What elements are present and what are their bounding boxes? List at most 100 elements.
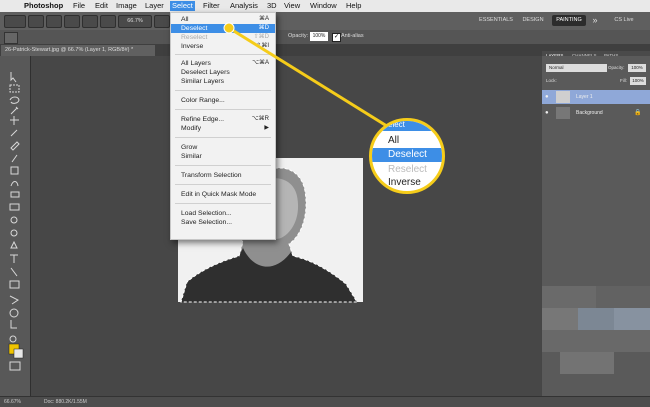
opacity-label: Opacity: [288, 33, 309, 39]
dodge-tool-icon [10, 229, 18, 237]
layer-row-layer1[interactable]: ● Layer 1 [542, 90, 650, 104]
menu-item-save-selection[interactable]: Save Selection... [171, 218, 275, 227]
clone-stamp-tool-icon [10, 166, 19, 175]
hand-tool-button[interactable] [82, 15, 98, 28]
launch-minibridge-button[interactable] [28, 15, 44, 28]
fill-field[interactable]: 100% [630, 77, 646, 85]
layer1-thumbnail [556, 91, 570, 103]
menu-item-similar[interactable]: Similar [171, 152, 275, 161]
zoom-tool-button[interactable] [64, 15, 80, 28]
quick-selection-tool-icon [10, 106, 19, 115]
zoom-level-dropdown[interactable]: 66.7% [118, 15, 152, 28]
path-selection-tool-icon [10, 267, 18, 277]
blur-tool-icon [10, 216, 18, 224]
anti-alias-checkbox[interactable]: ✓ [332, 33, 341, 42]
menu-item-reselect: Reselect ⇧⌘D [181, 34, 269, 41]
background-color-swatch [13, 348, 24, 359]
status-doc-size: Doc: 880.2K/1.55M [44, 399, 87, 405]
spot-healing-tool-icon [10, 141, 20, 151]
submenu-arrow-icon: ▶ [264, 125, 269, 131]
launch-bridge-button[interactable] [4, 15, 26, 28]
menu-item-quick-mask[interactable]: Edit in Quick Mask Mode [171, 190, 275, 199]
3d-rotate-tool-icon [9, 295, 19, 305]
callout-deselect-highlight: Deselect [372, 148, 442, 162]
document-tab[interactable]: 26-Patrick-Stewart.jpg @ 66.7% (Layer 1,… [1, 45, 155, 56]
layer-opacity-label: Opacity: [608, 65, 625, 70]
menu-app-photoshop[interactable]: Photoshop [24, 1, 63, 11]
workspace-design[interactable]: DESIGN [518, 15, 548, 26]
menu-image[interactable]: Image [116, 1, 137, 11]
menu-file[interactable]: File [73, 1, 85, 11]
marquee-tool-icon [9, 84, 20, 93]
tool-preset-picker[interactable] [4, 32, 18, 44]
layer-opacity-field[interactable]: 100% [628, 64, 646, 72]
eyedropper-tool-icon [10, 129, 18, 137]
canvas-area[interactable] [31, 56, 541, 396]
callout-partial-select: elect [388, 120, 405, 129]
fill-label: Fill: [620, 78, 627, 83]
menu-item-deselect[interactable]: Deselect ⌘D [171, 24, 275, 33]
menu-separator [175, 109, 271, 110]
eye-icon[interactable]: ● [545, 106, 549, 120]
menu-view[interactable]: View [284, 1, 300, 11]
menu-item-color-range[interactable]: Color Range... [171, 96, 275, 105]
menu-select[interactable]: Select [170, 1, 195, 11]
toolbox-icons [8, 72, 24, 371]
menu-separator [175, 137, 271, 138]
menu-separator [175, 165, 271, 166]
eraser-tool-icon [10, 191, 20, 198]
menu-item-modify[interactable]: Modify ▶ [171, 124, 275, 133]
magnified-callout: elect All Deselect Reselect Inverse [369, 118, 445, 194]
menu-item-all-layers[interactable]: All Layers ⌥⌘A [171, 59, 275, 68]
move-tool-icon [10, 72, 17, 83]
layer-row-background[interactable]: ● Background 🔒 [542, 106, 650, 120]
quick-mask-icon [9, 361, 21, 371]
pen-tool-icon [10, 240, 18, 249]
menu-filter[interactable]: Filter [203, 1, 220, 11]
anti-alias-label: Anti-alias [341, 33, 364, 39]
callout-all: All [388, 135, 400, 146]
zoom-tool-icon [9, 335, 17, 343]
hand-tool-icon [10, 320, 17, 329]
cs-live-button[interactable]: CS Live [604, 15, 644, 26]
eye-icon[interactable]: ● [545, 90, 549, 104]
rotate-view-button[interactable] [100, 15, 116, 28]
menu-item-inverse[interactable]: Inverse ⇧⌘I [171, 42, 275, 51]
status-bar: 66.67% Doc: 880.2K/1.55M [0, 396, 650, 407]
layers-panel: Normal Opacity: 100% Lock: Fill: 100% ● … [542, 56, 650, 396]
status-zoom: 66.67% [4, 399, 21, 405]
brush-tool-icon [11, 154, 18, 163]
menu-item-grow[interactable]: Grow [171, 143, 275, 152]
menu-item-deselect-layers[interactable]: Deselect Layers [171, 68, 275, 77]
crop-tool-icon [10, 116, 19, 125]
opacity-field[interactable]: 100% [310, 32, 328, 41]
menu-separator [175, 184, 271, 185]
lock-label: Lock: [546, 78, 557, 83]
layer1-name: Layer 1 [576, 94, 593, 100]
menu-analysis[interactable]: Analysis [230, 1, 258, 11]
menu-item-transform-selection[interactable]: Transform Selection [171, 171, 275, 180]
lasso-tool-icon [9, 96, 20, 104]
workspace-painting[interactable]: PAINTING [552, 15, 586, 26]
menu-separator [175, 54, 271, 55]
menu-layer[interactable]: Layer [145, 1, 164, 11]
more-workspaces-icon[interactable]: » [590, 15, 600, 26]
menu-separator [175, 203, 271, 204]
3d-orbit-tool-icon [9, 308, 19, 318]
document-canvas[interactable] [31, 56, 541, 396]
menu-item-similar-layers[interactable]: Similar Layers [171, 77, 275, 86]
menu-edit[interactable]: Edit [95, 1, 108, 11]
menu-window[interactable]: Window [310, 1, 337, 11]
menu-item-refine-edge[interactable]: Refine Edge... ⌥⌘R [171, 115, 275, 124]
type-tool-icon [10, 254, 18, 263]
workspace-essentials[interactable]: ESSENTIALS [476, 15, 516, 26]
arrange-documents-button[interactable] [154, 15, 170, 28]
blend-mode-dropdown[interactable]: Normal [546, 64, 607, 72]
shape-tool-icon [9, 280, 20, 289]
document-tab-title: 26-Patrick-Stewart.jpg @ 66.7% (Layer 1,… [5, 47, 134, 53]
view-extras-button[interactable] [46, 15, 62, 28]
menu-item-all[interactable]: All ⌘A [171, 15, 275, 24]
menu-help[interactable]: Help [346, 1, 361, 11]
menu-3d[interactable]: 3D [267, 1, 277, 11]
menu-item-load-selection[interactable]: Load Selection... [171, 209, 275, 218]
